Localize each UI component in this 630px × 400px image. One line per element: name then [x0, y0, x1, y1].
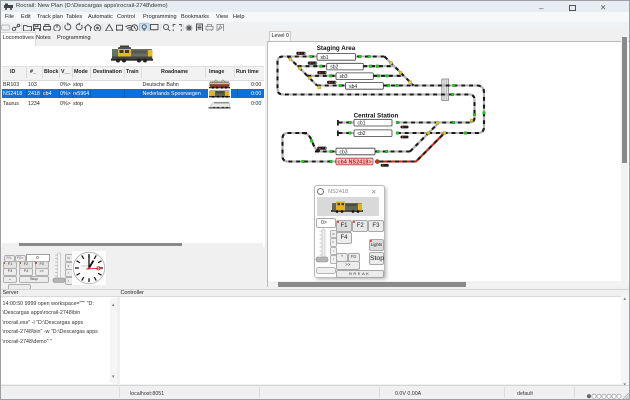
svg-text:rocrail: rocrail — [81, 264, 90, 268]
svg-text:cb4 NS2418>: cb4 NS2418> — [338, 160, 372, 166]
svg-text:sb2: sb2 — [330, 65, 338, 71]
svg-text:Staging Area: Staging Area — [317, 45, 356, 52]
svg-text:sb3: sb3 — [340, 74, 348, 80]
svg-text:sb4: sb4 — [349, 84, 357, 90]
svg-text:cb1: cb1 — [358, 121, 366, 127]
svg-text:Central Station: Central Station — [354, 112, 399, 119]
svg-text:cb3: cb3 — [340, 149, 348, 155]
svg-text:sb1: sb1 — [321, 55, 329, 61]
svg-text:cb2: cb2 — [358, 131, 366, 137]
